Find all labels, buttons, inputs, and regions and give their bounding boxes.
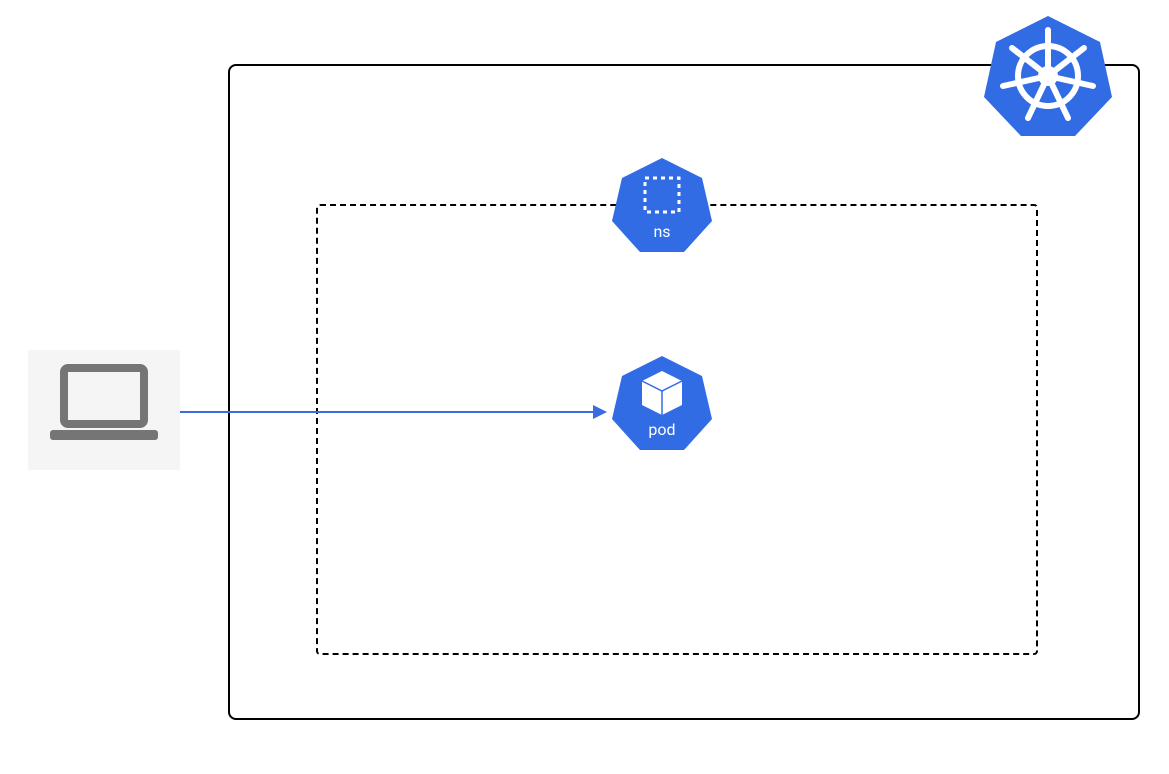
- connection-arrow-head: [593, 405, 607, 419]
- namespace-label: ns: [612, 222, 712, 241]
- pod-badge: pod: [612, 353, 712, 453]
- client-laptop-icon: [28, 350, 180, 470]
- connection-arrow: [180, 411, 595, 413]
- pod-label: pod: [612, 420, 712, 439]
- namespace-badge: ns: [612, 155, 712, 255]
- kubernetes-logo-icon: [984, 12, 1112, 140]
